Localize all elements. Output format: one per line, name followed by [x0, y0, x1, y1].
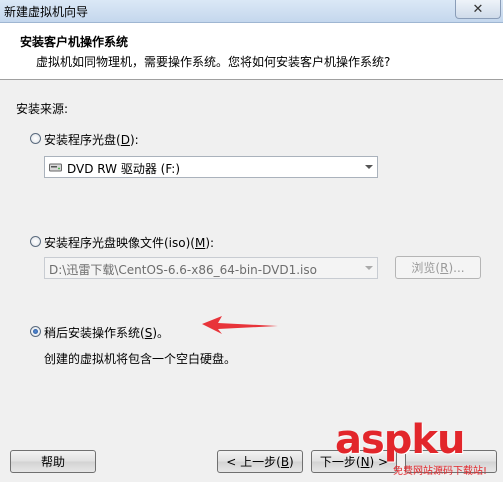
close-icon: ✕	[472, 1, 484, 17]
radio-iso-image[interactable]	[30, 236, 41, 247]
iso-path-select[interactable]: D:\迅雷下载\CentOS-6.6-x86_64-bin-DVD1.iso	[44, 257, 378, 279]
radio-install-later-label[interactable]: 稍后安装操作系统(S)。	[44, 324, 169, 341]
back-button[interactable]: < 上一步(B)	[217, 450, 303, 473]
browse-button[interactable]: 浏览(R)...	[395, 256, 481, 279]
window-title: 新建虚拟机向导	[4, 5, 89, 19]
dvd-drive-icon	[49, 163, 62, 172]
page-subtitle: 虚拟机如同物理机，需要操作系统。您将如何安装客户机操作系统?	[36, 55, 391, 69]
disc-drive-select[interactable]: DVD RW 驱动器 (F:)	[44, 156, 378, 178]
install-source-label: 安装来源:	[16, 102, 69, 116]
radio-install-later[interactable]	[30, 326, 41, 337]
watermark-sub-text: 免费网站源码下载站!	[393, 466, 488, 477]
install-later-description: 创建的虚拟机将包含一个空白硬盘。	[44, 352, 237, 366]
wizard-header: 安装客户机操作系统 虚拟机如同物理机，需要操作系统。您将如何安装客户机操作系统?	[0, 23, 503, 80]
title-bar: 新建虚拟机向导 ✕	[0, 0, 503, 23]
page-title: 安装客户机操作系统	[20, 35, 129, 49]
radio-installer-disc-label[interactable]: 安装程序光盘(D):	[44, 131, 139, 148]
disc-drive-value: DVD RW 驱动器 (F:)	[67, 162, 181, 176]
radio-installer-disc[interactable]	[30, 133, 41, 144]
chevron-down-icon[interactable]	[361, 157, 377, 177]
chevron-down-icon[interactable]	[361, 258, 377, 278]
help-button[interactable]: 帮助	[10, 450, 96, 473]
radio-iso-image-label[interactable]: 安装程序光盘映像文件(iso)(M):	[44, 234, 214, 251]
watermark-logo: aspku 免费网站源码下载站!	[335, 418, 503, 482]
wizard-window: 新建虚拟机向导 ✕ 安装客户机操作系统 虚拟机如同物理机，需要操作系统。您将如何…	[0, 0, 503, 482]
annotation-arrow-icon	[202, 316, 278, 334]
close-button[interactable]: ✕	[455, 0, 501, 19]
watermark-main-text: aspku	[335, 417, 466, 463]
iso-path-value: D:\迅雷下载\CentOS-6.6-x86_64-bin-DVD1.iso	[49, 263, 317, 277]
